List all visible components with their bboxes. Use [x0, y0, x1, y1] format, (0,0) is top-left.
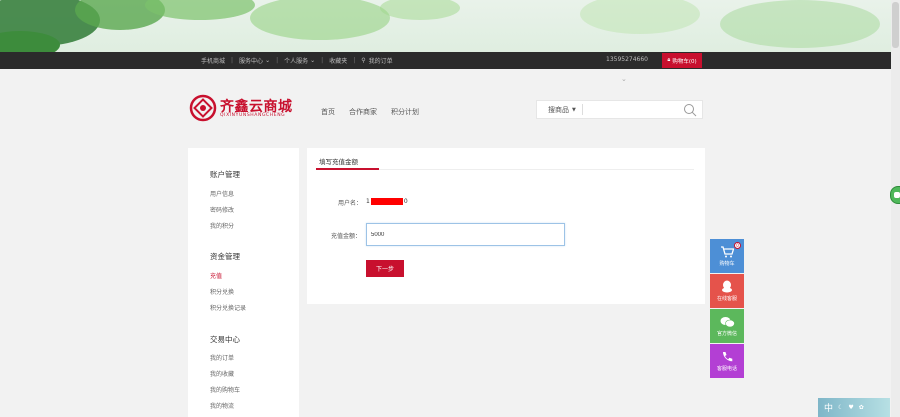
ime-mode-label[interactable]: 中 [824, 401, 833, 414]
nav-home[interactable]: 首页 [321, 107, 335, 117]
username-label: 用户名： [338, 200, 363, 207]
cart-icon [721, 245, 734, 257]
username-suffix: 0 [403, 198, 408, 205]
username-value: 1 0 [366, 198, 408, 205]
phone-icon [723, 351, 733, 361]
sidebar-item-favorites[interactable]: 我的收藏 [210, 369, 234, 378]
float-cart-button[interactable]: 购物车 0 [710, 239, 744, 273]
username-prefix: 1 [366, 198, 370, 205]
top-bar: 手机商城 | 服务中心 ⌄ | 个人服务 ⌄ | 收藏夹 | ⚲ 我的订单 13… [0, 52, 900, 69]
leaf-banner [0, 0, 900, 52]
sidebar-item-logistics[interactable]: 我的物流 [210, 401, 234, 410]
tab-recharge-amount[interactable]: 填写充值金额 [319, 156, 358, 166]
search-icon[interactable] [683, 103, 697, 117]
hotline-number: 13595274660 [606, 56, 648, 63]
wechat-icon [720, 316, 735, 327]
brand-logo[interactable] [188, 93, 218, 123]
top-link-mobile[interactable]: 手机商城 [201, 56, 225, 65]
float-online-service-button[interactable]: 在线客服 [710, 274, 744, 308]
heart-icon[interactable]: ♥ [848, 404, 853, 411]
top-cart-label: 购物车(0) [672, 58, 697, 65]
sidebar-group-title: 交易中心 [210, 335, 240, 344]
cart-count-badge: 0 [734, 242, 741, 249]
moon-icon[interactable]: ☾ [838, 404, 843, 411]
sidebar-group-title: 账户管理 [210, 170, 240, 179]
search-input[interactable] [583, 101, 683, 118]
brand-subtitle: QIXINYUNSHANGCHENG [220, 113, 286, 118]
nav-points[interactable]: 积分计划 [391, 107, 419, 117]
account-sidebar [188, 148, 299, 417]
amount-label: 充值金额： [331, 233, 362, 240]
top-link-favorites[interactable]: 收藏夹 [329, 56, 347, 65]
leaf-decoration [0, 0, 880, 52]
sidebar-item-redeem-history[interactable]: 积分兑换记录 [210, 303, 246, 312]
top-link-service[interactable]: 服务中心 [239, 56, 263, 65]
caret-down-icon: ▼ [572, 106, 576, 113]
amount-input[interactable] [366, 223, 565, 246]
chevron-down-icon: ⌄ [310, 57, 316, 64]
float-phone-button[interactable]: 客服电话 [710, 344, 744, 378]
side-widget-tab[interactable] [890, 186, 900, 204]
float-wechat-label: 官方微信 [716, 330, 737, 337]
float-cart-label: 购物车 [719, 260, 735, 267]
top-cart-button[interactable]: 🔒︎ 购物车(0) [662, 53, 702, 68]
top-link-personal[interactable]: 个人服务 [284, 56, 308, 65]
next-step-button[interactable]: 下一步 [366, 260, 404, 277]
user-icon: ⚲ [361, 57, 366, 64]
float-service-label: 在线客服 [716, 296, 737, 302]
sidebar-item-cart[interactable]: 我的购物车 [210, 385, 240, 394]
scrollbar-thumb[interactable] [892, 2, 899, 48]
qq-icon [722, 280, 732, 293]
top-link-orders[interactable]: 我的订单 [369, 56, 393, 65]
settings-icon[interactable]: ✿ [859, 404, 864, 411]
ime-toolbar[interactable]: 中 ☾ ♥ ✿ [818, 398, 890, 417]
sidebar-group-title: 资金管理 [210, 252, 240, 261]
sidebar-item-orders[interactable]: 我的订单 [210, 353, 234, 362]
sidebar-item-my-points[interactable]: 我的积分 [210, 221, 234, 230]
float-wechat-button[interactable]: 官方微信 [710, 309, 744, 343]
sidebar-item-password[interactable]: 密码修改 [210, 205, 234, 214]
sidebar-item-user-info[interactable]: 用户信息 [210, 189, 234, 198]
main-nav: 首页 合作商家 积分计划 [321, 107, 419, 117]
search-scope-dropdown[interactable]: 搜商品 ▼ [537, 104, 583, 115]
sidebar-item-recharge[interactable]: 充值 [210, 271, 222, 280]
float-phone-label: 客服电话 [716, 365, 737, 372]
search-bar: 搜商品 ▼ [536, 100, 703, 119]
nav-partners[interactable]: 合作商家 [349, 107, 377, 117]
top-links: 手机商城 | 服务中心 ⌄ | 个人服务 ⌄ | 收藏夹 | ⚲ 我的订单 [201, 56, 393, 65]
chevron-down-icon: ⌄ [265, 57, 271, 64]
search-scope-label: 搜商品 [548, 105, 569, 114]
chevron-down-icon[interactable]: ⌄ [621, 75, 627, 83]
page-scrollbar[interactable] [891, 0, 900, 417]
sidebar-item-redeem[interactable]: 积分兑换 [210, 287, 234, 296]
redacted-block [370, 198, 403, 205]
lock-icon: 🔒︎ [667, 57, 671, 63]
tab-active-indicator [316, 168, 379, 170]
